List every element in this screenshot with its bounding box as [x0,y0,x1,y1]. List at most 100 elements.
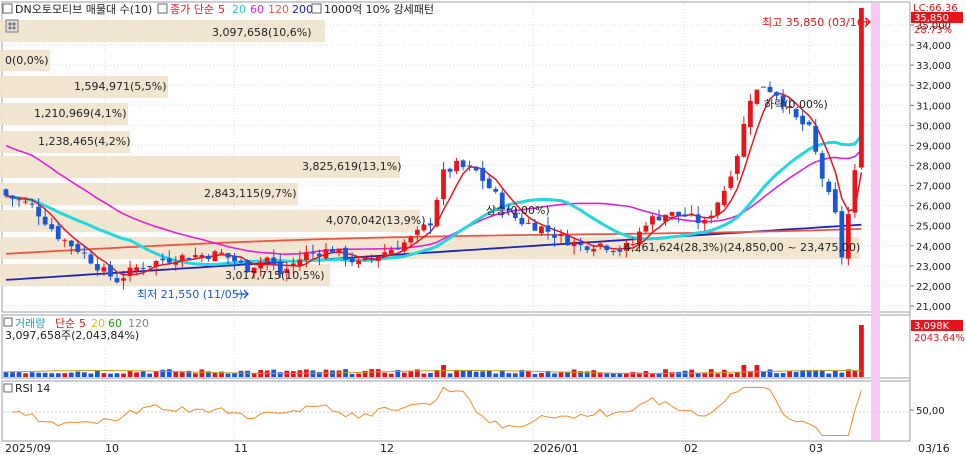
candle-body [761,86,766,88]
candle-body [826,181,832,193]
volume-bar [552,373,557,377]
volume-bar [512,373,518,377]
volume-bar [173,371,179,377]
grid-toggle-icon[interactable] [5,19,19,33]
checkbox-icon[interactable] [157,3,168,14]
candle-body [232,256,237,262]
candle-body [382,252,388,257]
volume-bar [388,373,394,377]
volume-bar [839,372,845,377]
candle-body [656,216,662,221]
volume-bar [852,370,858,377]
volume-bar [166,369,172,377]
candle-body [408,237,414,243]
candle-body [669,212,675,216]
volume-bar [702,373,708,377]
candle-body [493,189,499,192]
rsi-title: RSI 14 [15,382,50,395]
volume-bar [787,371,792,377]
candle-body [597,243,603,247]
candle-body [395,248,401,250]
volume-bar [277,372,283,377]
volume-bar [75,371,81,377]
checkbox-icon[interactable] [3,383,13,393]
candle-body [695,214,701,224]
candle-body [323,249,329,259]
candle-body [88,254,94,264]
low-marker: 최저 21,550 (11/05) [137,288,249,301]
candle-body [721,190,727,205]
candle-body [212,251,218,262]
price-tick-label: 24,000 [916,242,951,253]
candle-body [519,217,525,225]
volume-bar [767,369,773,377]
volume-bar [643,371,649,377]
candle-body [832,189,838,213]
candle-body [336,248,342,253]
candle-body [689,213,695,215]
candle-body [81,252,87,254]
candle-body [806,121,812,125]
price-tick-label: 27,000 [916,182,951,193]
volume-bar [428,372,433,377]
high-marker: 최고 35,850 (03/16) [762,16,871,29]
xlabel-02: 02 [684,442,698,455]
price-tick-label: 21,000 [916,302,951,313]
price-annotation: 하락(0.00%) [764,97,828,111]
volume-bar [16,372,22,377]
xlabel-2026-01: 2026/01 [533,442,579,455]
price-tick-label: 23,000 [916,262,951,273]
price-annotation: 상승(0.00%) [486,204,550,217]
volume-bar [88,373,94,377]
volume-bar [153,370,159,377]
candle-body [375,256,381,261]
volume-bar [134,372,139,377]
candle-body [473,166,479,171]
volume-bar [819,370,825,377]
volume-profile-label: 2,843,115(9,7%) [204,187,297,200]
volume-bar [467,369,473,377]
candle-body [545,225,551,232]
volume-bar [147,373,153,377]
high-label: 최고 35,850 (03/16) [762,16,868,29]
candle-body [153,260,159,267]
xlabel-11: 11 [234,442,248,455]
ma-period-200: 200 [292,3,313,16]
volume-value: 3,097,658주(2,043,84%) [5,329,139,342]
volume-bar [114,373,120,377]
ma-title: 종가 단순 [170,3,214,16]
candle-body [160,258,166,261]
volume-bar [121,373,126,377]
candle-body [271,257,277,265]
volume-bar [225,373,231,377]
price-tick-label: 22,000 [916,282,951,293]
candle-body [199,255,205,258]
volume-bar [55,373,61,377]
candle-body [650,216,655,225]
checkbox-icon[interactable] [2,3,13,14]
volume-bar [650,373,655,377]
candle-body [36,206,42,217]
volume-bar [49,373,55,377]
volume-bar [382,372,388,377]
volume-bar [806,370,812,377]
candle-body [552,234,557,238]
candle-body [225,253,231,258]
candle-body [428,223,433,226]
candle-body [748,100,753,127]
checkbox-icon[interactable] [311,3,322,14]
candle-body [819,153,825,179]
stock-chart[interactable]: 3,097,658(10,6%) 0(0,0%) 1,594,971(5,5%) 1,… [0,0,966,455]
last-price: 35,850 [914,13,949,24]
candle-body [23,201,28,203]
volume-bar [793,371,799,377]
checkbox-icon[interactable] [3,317,13,327]
candle-body [558,234,564,237]
candle-body [42,216,48,225]
volume-bar [238,370,244,377]
volume-bar [728,373,734,377]
volume-profile-label: 1,210,969(4,1%) [34,107,127,120]
candle-body [467,165,473,167]
volume-bar [480,371,486,377]
price-tick-label: 31,000 [916,101,951,112]
